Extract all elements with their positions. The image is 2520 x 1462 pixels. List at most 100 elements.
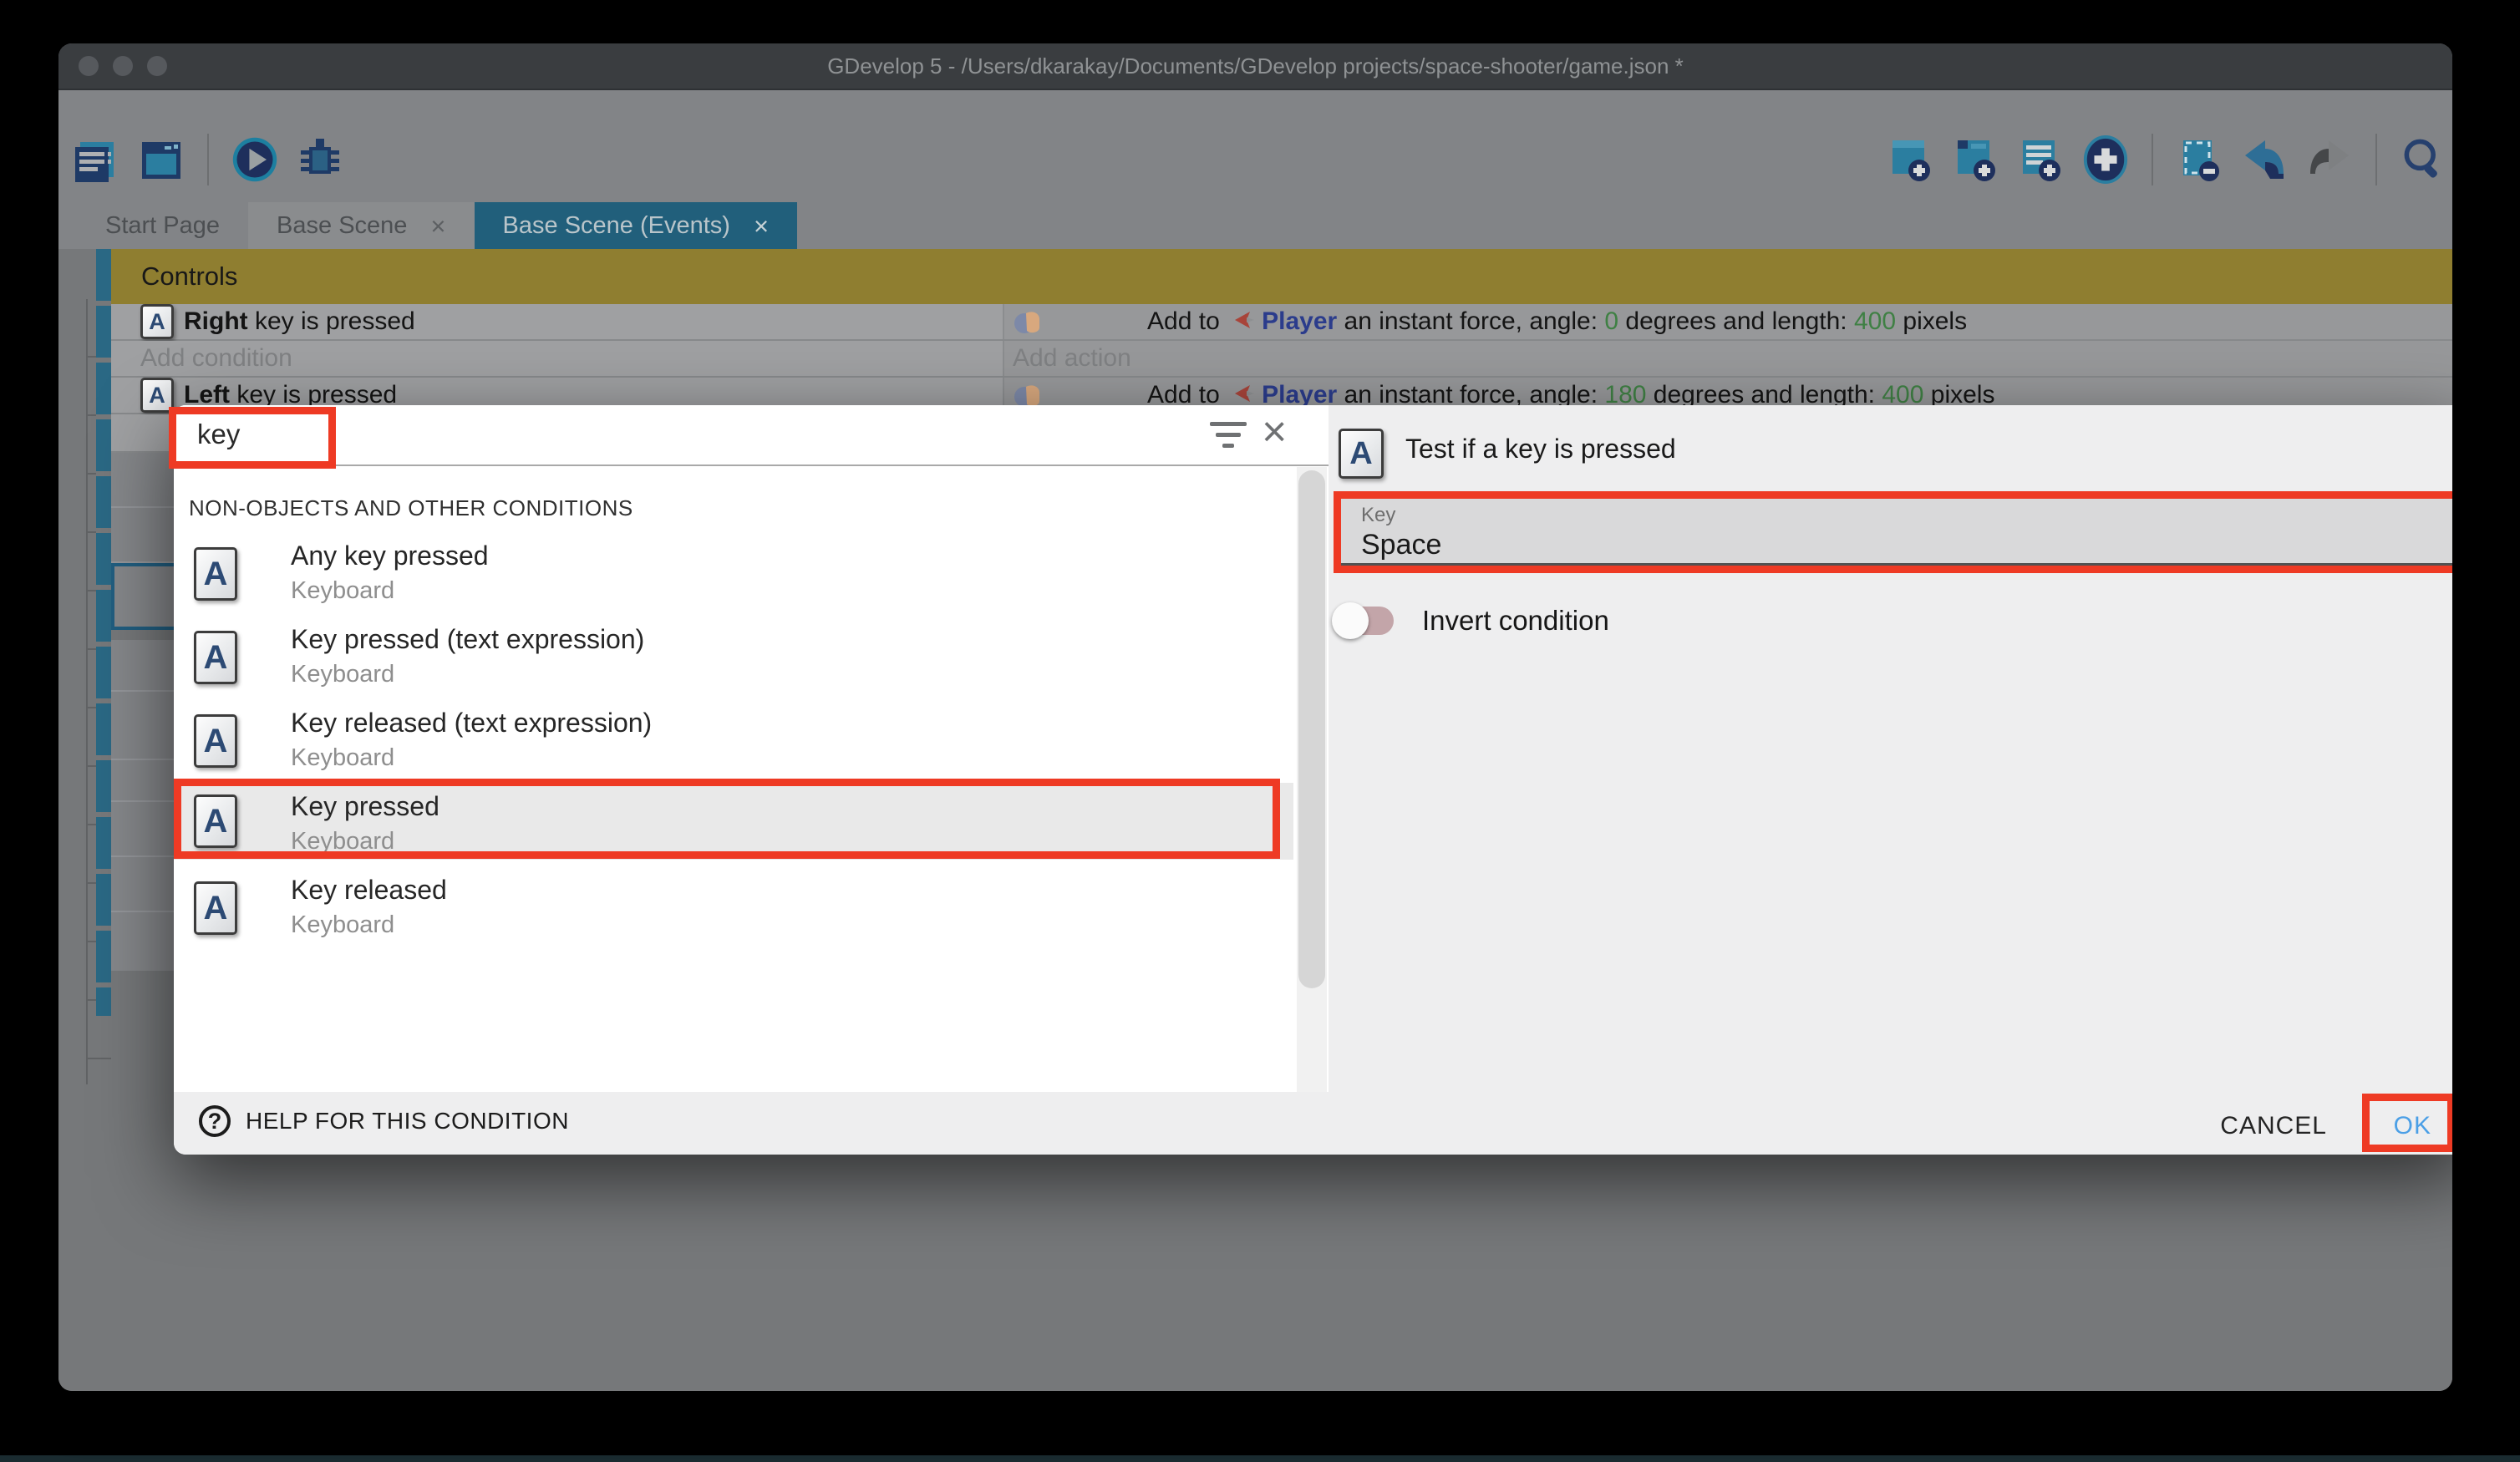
tab-label: Base Scene xyxy=(277,212,407,240)
close-dialog-icon[interactable]: × xyxy=(1262,410,1287,454)
list-item-subtitle: Keyboard xyxy=(291,911,394,939)
event-row[interactable]: A Right key is pressed Add to Player an … xyxy=(111,304,2452,341)
action-angle: 0 xyxy=(1604,307,1618,335)
tab-label: Start Page xyxy=(105,212,220,240)
invert-condition-label: Invert condition xyxy=(1422,605,1609,637)
keyboard-key-icon: A xyxy=(194,881,237,935)
tab-base-scene-events[interactable]: Base Scene (Events) × xyxy=(475,202,798,249)
list-item-any-key-pressed[interactable]: A Any key pressed Keyboard xyxy=(174,532,1293,616)
search-input[interactable]: key xyxy=(197,419,240,450)
help-link[interactable]: ? HELP FOR THIS CONDITION xyxy=(199,1105,569,1137)
tab-close-icon[interactable]: × xyxy=(430,213,445,239)
list-item-key-released[interactable]: A Key released Keyboard xyxy=(174,866,1293,950)
help-label: HELP FOR THIS CONDITION xyxy=(246,1108,569,1135)
action-object: Player xyxy=(1262,307,1337,335)
delete-selection-icon[interactable] xyxy=(2175,135,2223,184)
list-item-subtitle: Keyboard xyxy=(291,577,394,605)
condition-cell[interactable]: A Right key is pressed xyxy=(111,304,1003,339)
list-item-key-pressed[interactable]: A Key pressed Keyboard xyxy=(174,783,1293,860)
list-item-key-pressed-text-expression[interactable]: A Key pressed (text expression) Keyboard xyxy=(174,616,1293,699)
list-scrollbar[interactable] xyxy=(1297,467,1327,1092)
list-item-subtitle: Keyboard xyxy=(291,744,394,772)
toggle-thumb[interactable] xyxy=(1332,602,1369,639)
action-length: 400 xyxy=(1854,307,1896,335)
help-icon: ? xyxy=(199,1105,231,1137)
event-group-label: Controls xyxy=(141,261,237,292)
action-text: pixels xyxy=(1896,307,1967,335)
force-hand-icon xyxy=(1013,307,1043,337)
player-sprite-icon xyxy=(1232,381,1257,406)
condition-list-panel: key × NON-OBJECTS AND OTHER CONDITIONS A… xyxy=(174,405,1329,1092)
filter-icon[interactable] xyxy=(1210,422,1248,452)
traffic-lights xyxy=(79,56,167,76)
toolbar-left-group xyxy=(72,134,344,185)
add-event-chooser-icon[interactable] xyxy=(2081,135,2130,184)
cancel-button[interactable]: CANCEL xyxy=(2220,1112,2327,1140)
screenshot-canvas: GDevelop 5 - /Users/dkarakay/Documents/G… xyxy=(0,0,2520,1462)
play-icon[interactable] xyxy=(231,135,279,184)
keyboard-key-icon: A xyxy=(194,631,237,684)
tab-label: Base Scene (Events) xyxy=(503,212,730,240)
tab-close-icon[interactable]: × xyxy=(754,213,769,239)
toolbar-right-group xyxy=(1886,134,2447,185)
desktop-background-edge xyxy=(0,1455,2520,1462)
keyboard-key-icon: A xyxy=(194,547,237,601)
condition-param: Right xyxy=(184,307,248,335)
minimize-window-icon[interactable] xyxy=(113,56,133,76)
add-condition-link[interactable]: Add condition xyxy=(111,341,1003,376)
zoom-window-icon[interactable] xyxy=(147,56,167,76)
list-item-subtitle: Keyboard xyxy=(291,828,394,855)
add-event-icon[interactable] xyxy=(1886,135,1934,184)
condition-title: Test if a key is pressed xyxy=(1405,434,1676,464)
window-title: GDevelop 5 - /Users/dkarakay/Documents/G… xyxy=(827,53,1684,79)
condition-text: key is pressed xyxy=(248,307,415,335)
tab-base-scene[interactable]: Base Scene × xyxy=(248,202,475,249)
action-cell[interactable]: Add to Player an instant force, angle: 0… xyxy=(1003,304,2452,339)
action-text: degrees and length: xyxy=(1618,307,1854,335)
scene-editor-icon[interactable] xyxy=(137,135,185,184)
toolbar-divider xyxy=(2375,134,2377,185)
ok-button[interactable]: OK xyxy=(2394,1112,2431,1140)
gdevelop-window: GDevelop 5 - /Users/dkarakay/Documents/G… xyxy=(58,43,2452,1391)
debug-icon[interactable] xyxy=(296,135,344,184)
tab-bar: Start Page Base Scene × Base Scene (Even… xyxy=(58,202,2452,249)
key-field-label: Key xyxy=(1361,504,1395,527)
scrollbar-thumb[interactable] xyxy=(1298,470,1325,988)
add-comment-icon[interactable] xyxy=(2016,135,2065,184)
keyboard-key-icon: A xyxy=(1339,429,1384,479)
annotation-search-box xyxy=(169,407,336,469)
keyboard-key-icon: A xyxy=(140,378,174,413)
redo-icon[interactable] xyxy=(2305,135,2354,184)
player-sprite-icon xyxy=(1232,307,1257,333)
keyboard-key-icon: A xyxy=(140,304,174,339)
invert-condition-toggle[interactable] xyxy=(1340,607,1394,635)
keyboard-key-icon: A xyxy=(194,794,237,848)
toolbar xyxy=(58,90,2452,202)
action-text: an instant force, angle: xyxy=(1337,307,1604,335)
event-selection-strip xyxy=(96,249,111,1016)
list-item-key-released-text-expression[interactable]: A Key released (text expression) Keyboar… xyxy=(174,699,1293,783)
condition-editor-dialog: key × NON-OBJECTS AND OTHER CONDITIONS A… xyxy=(174,405,2452,1155)
titlebar: GDevelop 5 - /Users/dkarakay/Documents/G… xyxy=(58,43,2452,90)
project-manager-icon[interactable] xyxy=(72,135,120,184)
list-item-title: Key released xyxy=(291,875,447,906)
keyboard-key-icon: A xyxy=(194,714,237,768)
toolbar-divider xyxy=(207,134,209,185)
search-icon[interactable] xyxy=(2399,135,2447,184)
action-text: Add to xyxy=(1147,307,1227,335)
undo-icon[interactable] xyxy=(2240,135,2289,184)
key-field-underline xyxy=(1341,563,2452,566)
section-header: NON-OBJECTS AND OTHER CONDITIONS xyxy=(189,495,633,521)
list-item-title: Key pressed (text expression) xyxy=(291,624,644,655)
key-field-input[interactable]: Space xyxy=(1361,529,1441,561)
close-window-icon[interactable] xyxy=(79,56,99,76)
dialog-footer: ? HELP FOR THIS CONDITION CANCEL OK xyxy=(174,1092,2452,1155)
list-item-title: Any key pressed xyxy=(291,541,489,571)
add-subevent-icon[interactable] xyxy=(1951,135,1999,184)
list-item-title: Key released (text expression) xyxy=(291,708,652,739)
search-field-underline xyxy=(174,464,1329,466)
list-item-subtitle: Keyboard xyxy=(291,661,394,688)
condition-detail-panel: A Test if a key is pressed Key Space Inv… xyxy=(1329,405,2452,1092)
tab-start-page[interactable]: Start Page xyxy=(77,202,248,249)
add-condition-label: Add condition xyxy=(140,344,292,373)
